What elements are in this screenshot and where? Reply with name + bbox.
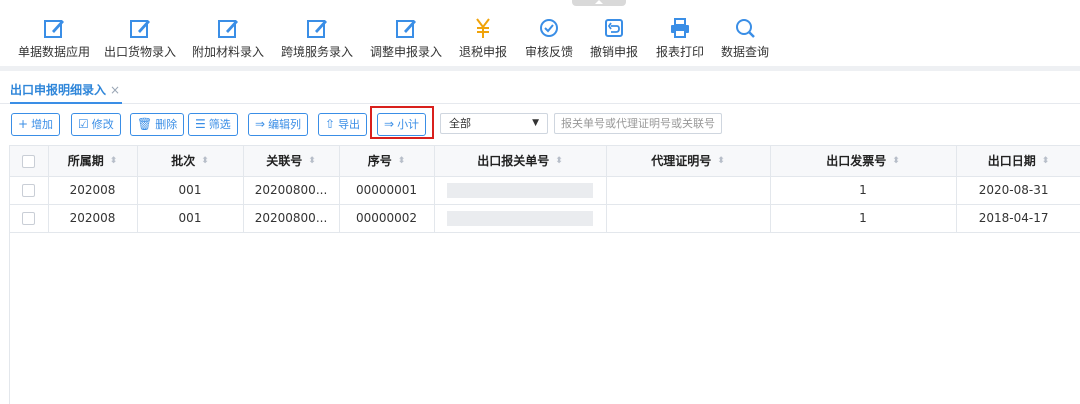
edit-button[interactable]: ☑ 修改	[71, 113, 121, 136]
row-checkbox[interactable]	[22, 212, 36, 225]
edit-icon	[218, 20, 238, 38]
collapse-handle[interactable]	[572, 0, 626, 6]
add-button[interactable]: + 增加	[11, 113, 61, 136]
cell-seq: 00000002	[339, 204, 435, 233]
row-select-cell	[10, 204, 49, 233]
check-circle-icon	[540, 19, 558, 37]
top-toolbar: 单据数据应用 出口货物录入 附加材料录入 跨境服务录入 调整申报录入 退税申报 …	[0, 0, 1080, 66]
select-all-cell	[10, 146, 49, 177]
toolbar-item-cancel-declaration[interactable]: 撤销申报	[585, 16, 643, 59]
cell-invoice-no: 1	[770, 176, 957, 205]
table-row[interactable]: 202008 001 20200800... 00000002 1 2018-0…	[10, 204, 1080, 233]
edit-columns-button[interactable]: ⇒ 编辑列	[248, 113, 309, 136]
table-row[interactable]: 202008 001 20200800... 00000001 1 2020-0…	[10, 176, 1080, 205]
list-icon: ☰	[195, 117, 206, 131]
trash-icon: 🗑	[137, 117, 153, 131]
sort-icon[interactable]: ⬍	[201, 157, 209, 166]
filter-button[interactable]: ☰ 筛选	[188, 113, 238, 136]
edit-icon	[307, 20, 327, 38]
caret-down-icon: ▼	[532, 118, 539, 128]
sort-icon[interactable]: ⬍	[110, 157, 118, 166]
close-icon[interactable]: ×	[110, 83, 120, 97]
col-header-seq[interactable]: 序号 ⬍	[339, 146, 435, 177]
redacted-value	[447, 210, 593, 226]
toolbar-item-export-goods[interactable]: 出口货物录入	[99, 16, 181, 59]
select-all-checkbox[interactable]	[22, 154, 36, 168]
cell-customs-no	[434, 204, 607, 233]
search-input[interactable]	[554, 113, 722, 134]
highlight-box	[370, 106, 434, 139]
toolbar-item-cross-border-service[interactable]: 跨境服务录入	[276, 16, 358, 59]
edit-icon	[130, 20, 150, 38]
cell-period: 202008	[48, 204, 138, 233]
table-header-row: 所属期 ⬍ 批次 ⬍ 关联号 ⬍ 序号 ⬍ 出口报关单号 ⬍ 代理证明号 ⬍ 出口发票号 ⬍ …	[10, 146, 1080, 177]
cell-link-no: 20200800...	[243, 176, 340, 205]
sort-icon[interactable]: ⬍	[308, 157, 316, 166]
cell-date: 2018-04-17	[956, 204, 1080, 233]
sort-icon[interactable]: ⬍	[398, 157, 406, 166]
cell-date: 2020-08-31	[956, 176, 1080, 205]
cell-invoice-no: 1	[770, 204, 957, 233]
undo-icon	[605, 19, 623, 37]
toolbar-item-document-data[interactable]: 单据数据应用	[8, 16, 100, 59]
toolbar-item-adjust-declaration[interactable]: 调整申报录入	[365, 16, 447, 59]
row-select-cell	[10, 176, 49, 205]
col-header-agent-no[interactable]: 代理证明号 ⬍	[606, 146, 771, 177]
col-header-customs-no[interactable]: 出口报关单号 ⬍	[434, 146, 607, 177]
printer-icon	[671, 18, 689, 38]
col-header-date[interactable]: 出口日期 ⬍	[956, 146, 1080, 177]
toolbar-item-review-feedback[interactable]: 审核反馈	[520, 16, 578, 59]
search-icon	[736, 19, 755, 38]
sort-icon[interactable]: ⬍	[892, 157, 900, 166]
toolbar-item-data-query[interactable]: 数据查询	[716, 16, 774, 59]
cell-agent-no	[606, 204, 771, 233]
cell-period: 202008	[48, 176, 138, 205]
sort-icon[interactable]: ⬍	[555, 157, 563, 166]
toolbar-item-additional-materials[interactable]: 附加材料录入	[187, 16, 269, 59]
cell-batch: 001	[137, 204, 244, 233]
yen-icon	[476, 18, 490, 38]
toolbar-item-tax-refund[interactable]: 退税申报	[454, 16, 512, 59]
columns-icon: ⇒	[255, 117, 266, 131]
filter-select[interactable]: 全部 ▼	[440, 113, 548, 134]
detail-table: 所属期 ⬍ 批次 ⬍ 关联号 ⬍ 序号 ⬍ 出口报关单号 ⬍ 代理证明号 ⬍ 出口发票号 ⬍ …	[9, 145, 1080, 404]
edit-icon: ☑	[78, 117, 89, 131]
sort-icon[interactable]: ⬍	[1042, 157, 1050, 166]
col-header-invoice-no[interactable]: 出口发票号 ⬍	[770, 146, 957, 177]
col-header-period[interactable]: 所属期 ⬍	[48, 146, 138, 177]
cell-seq: 00000001	[339, 176, 435, 205]
plus-icon: +	[18, 117, 29, 131]
edit-icon	[396, 20, 416, 38]
export-icon: ⇧	[325, 117, 336, 131]
tab-strip: 出口申报明细录入 ×	[0, 71, 1080, 104]
tab-label: 出口申报明细录入	[10, 83, 107, 97]
cell-link-no: 20200800...	[243, 204, 340, 233]
row-checkbox[interactable]	[22, 184, 36, 197]
edit-icon	[44, 20, 64, 38]
col-header-batch[interactable]: 批次 ⬍	[137, 146, 244, 177]
col-header-link-no[interactable]: 关联号 ⬍	[243, 146, 340, 177]
toolbar-item-report-print[interactable]: 报表打印	[651, 16, 709, 59]
delete-button[interactable]: 🗑 删除	[130, 113, 185, 136]
sort-icon[interactable]: ⬍	[717, 157, 725, 166]
cell-customs-no	[434, 176, 607, 205]
redacted-value	[447, 182, 593, 198]
cell-batch: 001	[137, 176, 244, 205]
tab-export-declaration-detail[interactable]: 出口申报明细录入 ×	[10, 81, 123, 104]
cell-agent-no	[606, 176, 771, 205]
export-button[interactable]: ⇧ 导出	[318, 113, 368, 136]
